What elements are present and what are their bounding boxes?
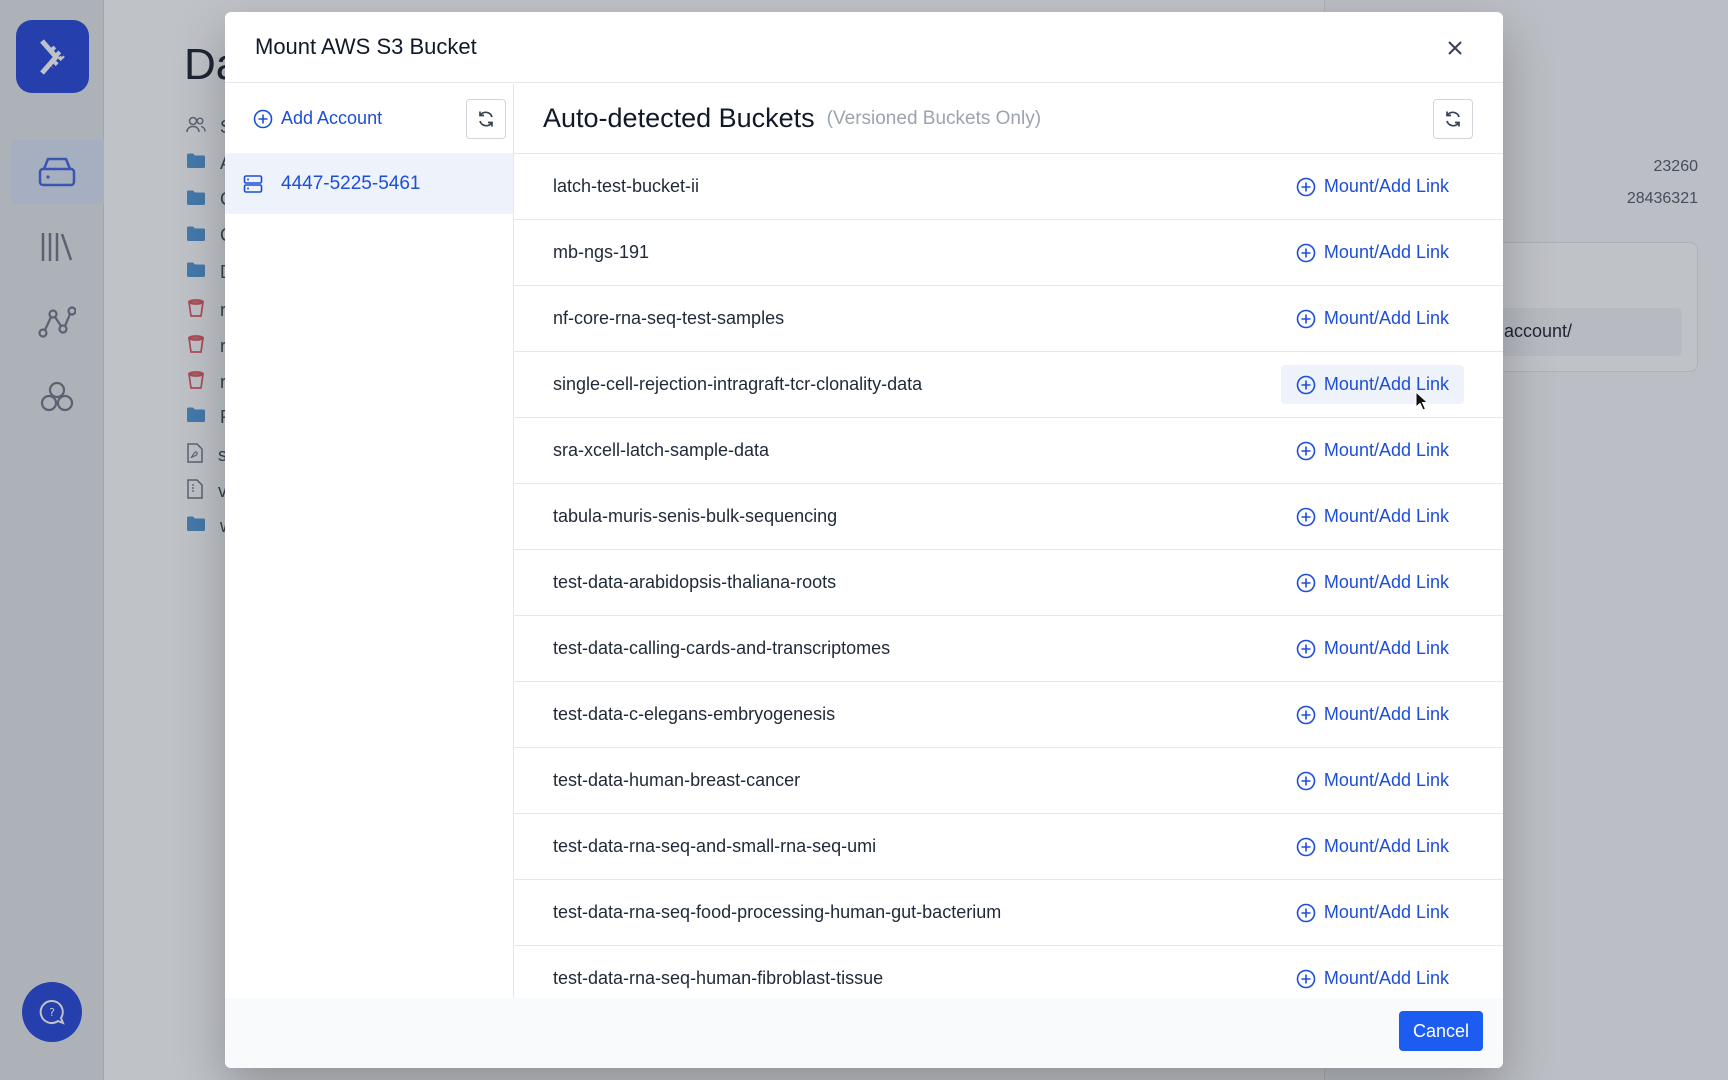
bucket-row: latch-test-bucket-ii Mount/Add Link: [514, 154, 1503, 220]
plus-circle-icon: [253, 109, 273, 128]
bucket-row: single-cell-rejection-intragraft-tcr-clo…: [514, 352, 1503, 418]
plus-circle-icon: [1296, 771, 1316, 791]
mount-add-link-label: Mount/Add Link: [1323, 374, 1449, 394]
add-account-label: Add Account: [281, 108, 383, 128]
plus-circle-icon: [1296, 969, 1316, 989]
bucket-list[interactable]: latch-test-bucket-ii Mount/Add Link mb-ngs…: [514, 154, 1503, 998]
bucket-row: tabula-muris-senis-bulk-sequencing Mount/…: [514, 484, 1503, 550]
mount-add-link-button[interactable]: Mount/Add Link: [1281, 959, 1464, 998]
refresh-icon: [479, 111, 493, 127]
bucket-row: test-data-calling-cards-and-transcriptom…: [514, 616, 1503, 682]
mount-add-link-label: Mount/Add Link: [1323, 902, 1449, 922]
mount-add-link-label: Mount/Add Link: [1323, 770, 1449, 790]
plus-circle-icon: [1296, 309, 1316, 329]
bucket-row: mb-ngs-191 Mount/Add Link: [514, 220, 1503, 286]
bucket-name: test-data-rna-seq-food-processing-human-…: [553, 902, 1002, 922]
add-account-button[interactable]: Add Account: [253, 108, 382, 129]
mount-add-link-label: Mount/Add Link: [1323, 308, 1449, 328]
close-button[interactable]: [1443, 36, 1467, 60]
server-icon: [243, 175, 263, 193]
bucket-row: test-data-rna-seq-food-processing-human-…: [514, 880, 1503, 946]
modal-title: Mount AWS S3 Bucket: [255, 34, 477, 59]
bucket-row: test-data-rna-seq-and-small-rna-seq-umi M…: [514, 814, 1503, 880]
buckets-pane: Auto-detected Buckets (Versioned Buckets…: [514, 84, 1503, 998]
plus-circle-icon: [1296, 507, 1316, 527]
account-item-selected[interactable]: 4447-5225-5461: [225, 154, 513, 214]
bucket-row: test-data-c-elegans-embryogenesis Mount/A…: [514, 682, 1503, 748]
cancel-button[interactable]: Cancel: [1398, 1011, 1483, 1051]
refresh-accounts-button[interactable]: [466, 99, 506, 139]
bucket-name: single-cell-rejection-intragraft-tcr-clo…: [553, 374, 923, 394]
modal-footer: Cancel: [225, 998, 1503, 1068]
bucket-name: test-data-rna-seq-and-small-rna-seq-umi: [553, 836, 877, 856]
mount-add-link-label: Mount/Add Link: [1323, 440, 1449, 460]
bucket-row: test-data-arabidopsis-thaliana-roots Moun…: [514, 550, 1503, 616]
mount-add-link-button[interactable]: Mount/Add Link: [1281, 431, 1464, 470]
bucket-name: test-data-calling-cards-and-transcriptom…: [553, 638, 891, 658]
bucket-row: test-data-human-breast-cancer Mount/Add L…: [514, 748, 1503, 814]
mount-add-link-button[interactable]: Mount/Add Link: [1281, 695, 1464, 734]
bucket-row: test-data-rna-seq-human-fibroblast-tissu…: [514, 946, 1503, 998]
mount-add-link-button[interactable]: Mount/Add Link: [1281, 233, 1464, 272]
bucket-row: nf-core-rna-seq-test-samples Mount/Add Li…: [514, 286, 1503, 352]
mount-add-link-button[interactable]: Mount/Add Link: [1281, 167, 1464, 206]
plus-circle-icon: [1296, 639, 1316, 659]
plus-circle-icon: [1296, 375, 1316, 395]
bucket-name: nf-core-rna-seq-test-samples: [553, 308, 785, 328]
mount-s3-modal: Mount AWS S3 Bucket Add Account 4447-522…: [225, 12, 1503, 1068]
mount-add-link-label: Mount/Add Link: [1323, 572, 1449, 592]
bucket-name: test-data-arabidopsis-thaliana-roots: [553, 572, 837, 592]
mount-add-link-button[interactable]: Mount/Add Link: [1281, 629, 1464, 668]
mount-add-link-label: Mount/Add Link: [1323, 968, 1449, 988]
mount-add-link-label: Mount/Add Link: [1323, 836, 1449, 856]
bucket-name: sra-xcell-latch-sample-data: [553, 440, 770, 460]
plus-circle-icon: [1296, 177, 1316, 197]
account-id-label: 4447-5225-5461: [281, 173, 421, 194]
buckets-heading: Auto-detected Buckets: [543, 103, 815, 133]
refresh-buckets-button[interactable]: [1433, 99, 1473, 139]
mount-add-link-button[interactable]: Mount/Add Link: [1281, 299, 1464, 338]
mount-add-link-button[interactable]: Mount/Add Link: [1281, 893, 1464, 932]
mount-add-link-button[interactable]: Mount/Add Link: [1281, 761, 1464, 800]
mount-add-link-label: Mount/Add Link: [1323, 506, 1449, 526]
modal-body: Add Account 4447-5225-5461 Auto-detected…: [225, 84, 1503, 998]
buckets-header: Auto-detected Buckets (Versioned Buckets…: [514, 84, 1503, 154]
bucket-name: test-data-rna-seq-human-fibroblast-tissu…: [553, 968, 884, 988]
mount-add-link-label: Mount/Add Link: [1323, 638, 1449, 658]
accounts-pane: Add Account 4447-5225-5461: [225, 84, 514, 998]
bucket-name: latch-test-bucket-ii: [553, 176, 700, 196]
plus-circle-icon: [1296, 903, 1316, 923]
mouse-cursor-icon: [1415, 391, 1429, 411]
modal-header: Mount AWS S3 Bucket: [225, 12, 1503, 83]
plus-circle-icon: [1296, 441, 1316, 461]
plus-circle-icon: [1296, 573, 1316, 593]
bucket-name: test-data-human-breast-cancer: [553, 770, 801, 790]
bucket-name: mb-ngs-191: [553, 242, 650, 262]
accounts-toolbar: Add Account: [225, 84, 513, 154]
mount-add-link-label: Mount/Add Link: [1323, 176, 1449, 196]
plus-circle-icon: [1296, 243, 1316, 263]
mount-add-link-button[interactable]: Mount/Add Link: [1281, 497, 1464, 536]
mount-add-link-label: Mount/Add Link: [1323, 704, 1449, 724]
mount-add-link-button[interactable]: Mount/Add Link: [1281, 563, 1464, 602]
bucket-name: tabula-muris-senis-bulk-sequencing: [553, 506, 838, 526]
mount-add-link-button[interactable]: Mount/Add Link: [1280, 365, 1464, 404]
plus-circle-icon: [1296, 705, 1316, 725]
close-icon: [1448, 41, 1462, 55]
bucket-row: sra-xcell-latch-sample-data Mount/Add Lin…: [514, 418, 1503, 484]
mount-add-link-label: Mount/Add Link: [1323, 242, 1449, 262]
refresh-icon: [1446, 111, 1460, 127]
bucket-name: test-data-c-elegans-embryogenesis: [553, 704, 836, 724]
mount-add-link-button[interactable]: Mount/Add Link: [1281, 827, 1464, 866]
buckets-subheading: (Versioned Buckets Only): [826, 107, 1042, 129]
plus-circle-icon: [1296, 837, 1316, 857]
